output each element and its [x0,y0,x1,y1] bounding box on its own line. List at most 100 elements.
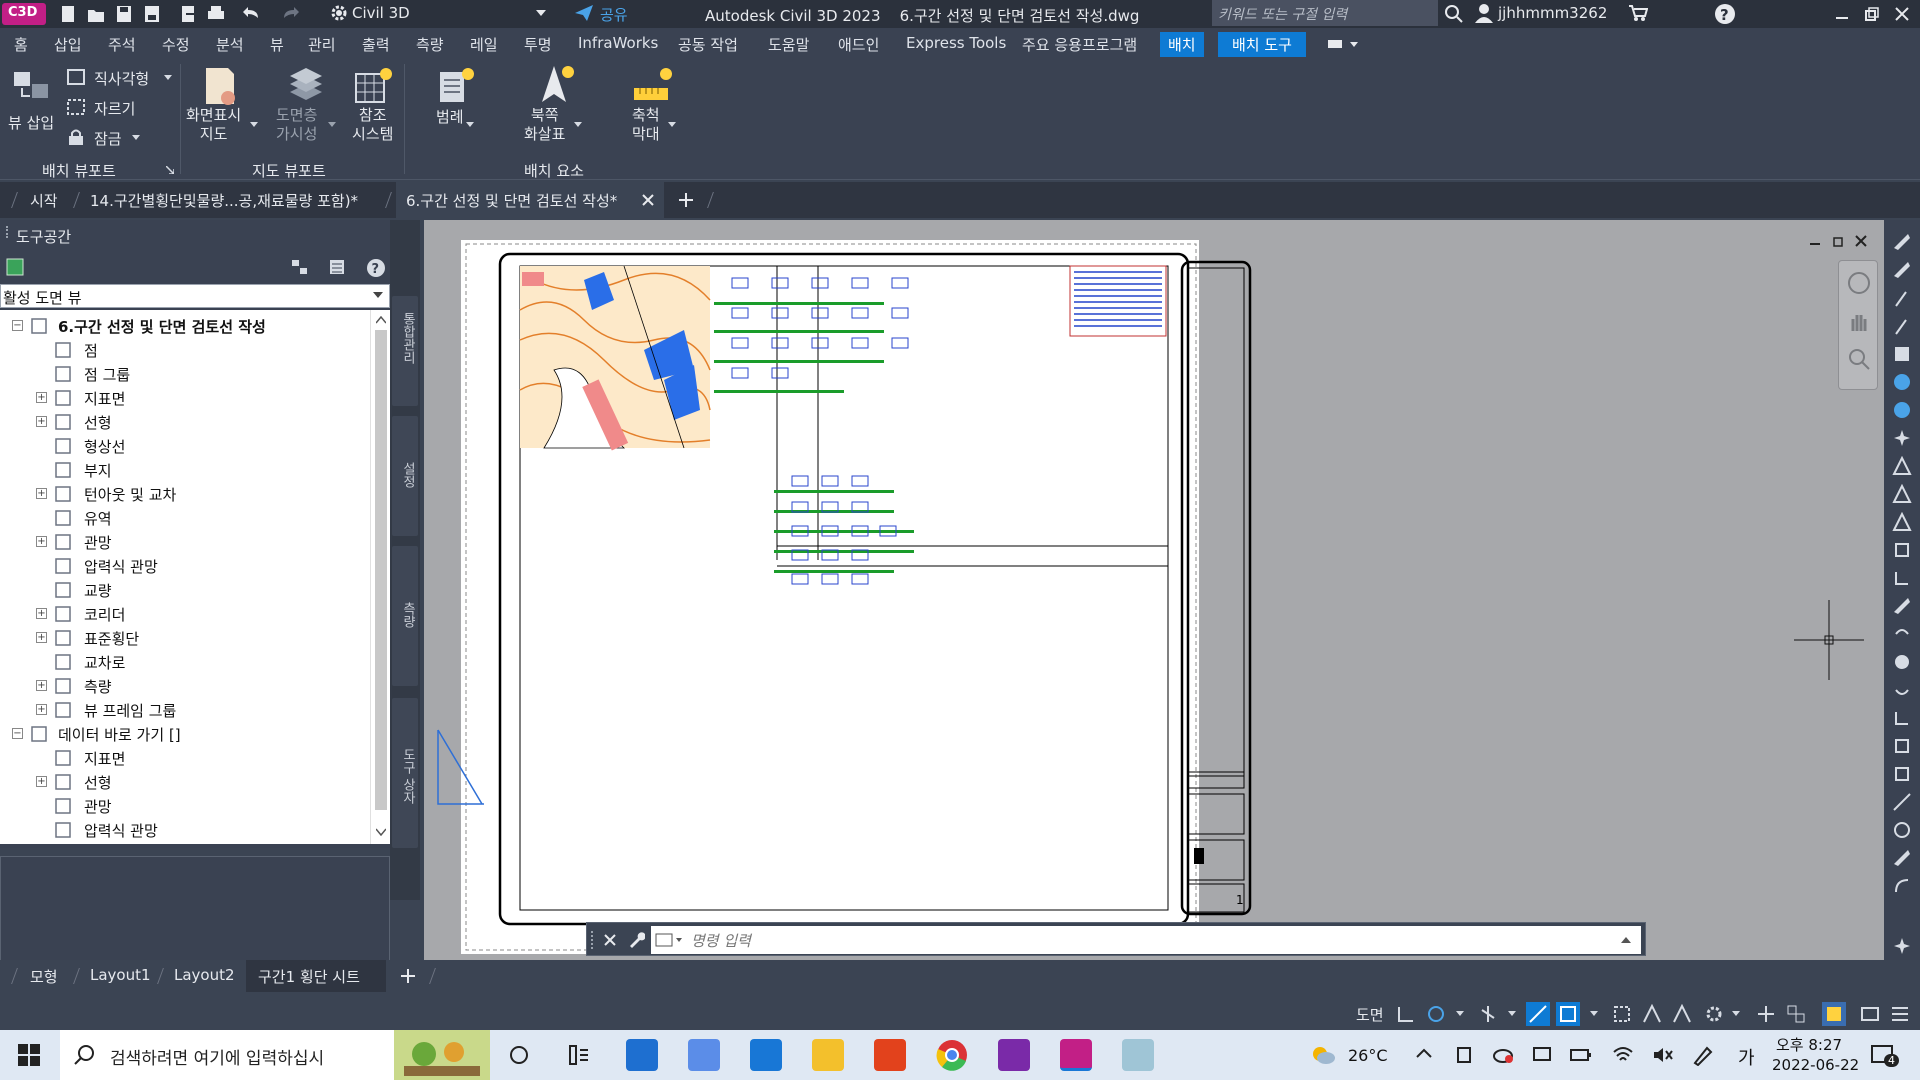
globe-icon[interactable] [1892,400,1912,420]
taskbar-app-explorer[interactable] [812,1039,844,1071]
tab-output[interactable]: 출력 [362,34,390,55]
tool-19-icon[interactable] [1892,736,1912,756]
tool-22-icon[interactable] [1892,820,1912,840]
chevron-down-icon[interactable] [1508,1011,1516,1017]
dialog-launcher-icon[interactable] [166,166,174,174]
object-snap-icon[interactable] [1526,1002,1550,1026]
chevron-up-icon[interactable] [1416,1048,1432,1058]
side-tab-survey[interactable]: 측량 [392,546,418,686]
tree-expander[interactable]: − [12,320,23,331]
drawing-canvas[interactable]: 1 명령 입력 [424,220,1884,960]
properties-icon[interactable] [290,258,310,276]
tool-15-icon[interactable] [1892,624,1912,644]
tree-item[interactable]: + 선형 [0,410,370,434]
tool-11-icon[interactable] [1892,512,1912,532]
hardware-accel-icon[interactable] [1822,1002,1846,1026]
app-logo[interactable]: C3D [2,3,46,25]
tool-8-icon[interactable] [1892,428,1912,448]
chevron-down-icon[interactable] [1732,1011,1740,1017]
north-arrow-icon[interactable] [536,64,576,108]
tab-view[interactable]: 뷰 [270,34,284,55]
undo-icon[interactable] [242,4,262,24]
tab-transparent[interactable]: 투명 [524,34,552,55]
tool-18-icon[interactable] [1892,708,1912,728]
clock-time[interactable]: 오후 8:27 [1776,1034,1842,1055]
tree-expander[interactable]: − [12,728,23,739]
clip-icon[interactable] [66,98,86,116]
tree-expander[interactable]: + [36,488,47,499]
save-icon[interactable] [114,4,134,24]
command-history-icon[interactable] [655,932,683,948]
tab-collaborate[interactable]: 공동 작업 [678,34,738,55]
taskbar-app-civil3d[interactable] [1060,1039,1092,1071]
tool-3-icon[interactable] [1892,288,1912,308]
help-icon[interactable]: ? [366,258,386,278]
insert-view-icon[interactable] [12,68,52,104]
wifi-icon[interactable] [1612,1044,1634,1064]
plus-icon[interactable] [1756,1004,1776,1024]
chevron-down-icon[interactable] [328,122,336,128]
battery-icon[interactable] [1570,1048,1592,1062]
tool-1-icon[interactable] [1892,232,1912,252]
tool-24-icon[interactable] [1892,876,1912,896]
taskbar-search[interactable]: 검색하려면 여기에 입력하십시 [60,1030,490,1080]
taskbar-app-mail[interactable] [750,1039,782,1071]
close-icon[interactable] [1854,234,1868,248]
tree-item[interactable]: + 지표면 [0,386,370,410]
scroll-thumb[interactable] [375,330,387,810]
save-as-icon[interactable] [142,4,162,24]
user-name[interactable]: jjhhmmm3262 [1498,4,1607,22]
widgets-icon[interactable] [568,1044,590,1066]
tab-layout-tools[interactable]: 배치 도구 [1218,32,1306,57]
rectangular-icon[interactable] [66,68,86,86]
taskbar-app-onenote[interactable] [998,1039,1030,1071]
tree-item[interactable]: + 표준횡단 [0,626,370,650]
side-tab-prospector[interactable]: 통합관리 [392,296,418,406]
clock-date[interactable]: 2022-06-22 [1772,1056,1859,1074]
view-select[interactable]: 활성 도면 뷰 [0,284,390,308]
tab-layout[interactable]: 배치 [1160,32,1204,57]
polar-icon[interactable] [1426,1004,1446,1024]
tree-item[interactable]: 압력식 관망 [0,818,370,842]
redo-icon[interactable] [280,4,300,24]
reference-system-label[interactable]: 참조 시스템 [352,106,393,144]
plot-icon[interactable] [206,4,226,24]
taskbar-app-settings[interactable] [688,1039,720,1071]
tool-9-icon[interactable] [1892,456,1912,476]
tree-expander[interactable]: + [36,632,47,643]
add-layout-icon[interactable] [400,968,416,984]
isolate-icon[interactable] [1786,1004,1806,1024]
side-tab-toolbox[interactable]: 도구 상자 [392,698,418,848]
chevron-down-icon[interactable] [536,10,546,18]
tab-infraworks[interactable]: InfraWorks [578,34,658,52]
chevron-down-icon[interactable] [1456,1011,1464,1017]
view-insert-label[interactable]: 뷰 삽입 [8,112,54,133]
tree-item[interactable]: + 측량 [0,674,370,698]
windows-start-icon[interactable] [18,1044,40,1066]
open-icon[interactable] [86,4,106,24]
meet-icon[interactable] [1456,1046,1474,1064]
restore-icon[interactable] [1864,6,1880,22]
taskbar-app-office[interactable] [874,1039,906,1071]
tree-expander[interactable]: + [36,392,47,403]
close-icon[interactable] [1894,6,1910,22]
minimize-icon[interactable] [1834,6,1850,22]
layout-tab-model[interactable]: 모형 [30,966,58,987]
pen-icon[interactable] [1692,1044,1714,1066]
scale-bar-label[interactable]: 축척 막대 [632,106,660,144]
tool-12-icon[interactable] [1892,540,1912,560]
gear-icon[interactable] [1704,1004,1724,1024]
tree-expander[interactable]: + [36,776,47,787]
tool-17-icon[interactable] [1892,680,1912,700]
tree-item[interactable]: − 데이터 바로 가기 [] [0,722,370,746]
tool-23-icon[interactable] [1892,848,1912,868]
legend-label[interactable]: 범례 [436,106,464,127]
tab-express-tools[interactable]: Express Tools [906,34,1006,52]
volume-icon[interactable] [1652,1046,1674,1064]
share-icon[interactable] [574,4,594,22]
tool-25-icon[interactable] [1892,936,1912,956]
add-tab-icon[interactable] [678,192,694,208]
tree-item[interactable]: 점 [0,338,370,362]
tree-item[interactable]: 점 그룹 [0,362,370,386]
tab-help[interactable]: 도움말 [768,34,809,55]
